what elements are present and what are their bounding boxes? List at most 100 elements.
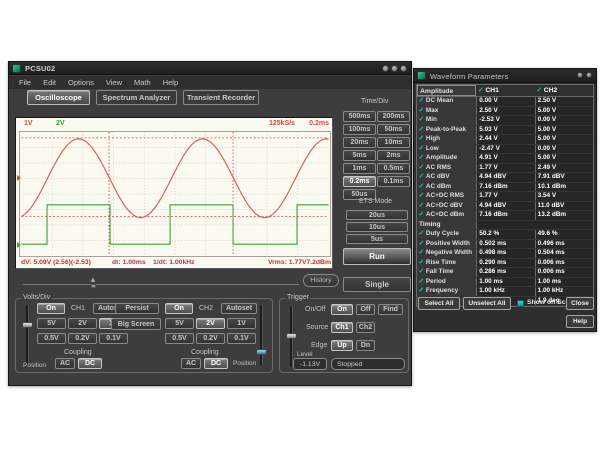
trigger-off-button[interactable]: Off xyxy=(356,304,375,315)
params-titlebar[interactable]: Waveform Parameters xyxy=(414,69,596,83)
timediv-button[interactable]: 100ms xyxy=(343,124,376,135)
trigger-edge-up-button[interactable]: Up xyxy=(331,340,353,351)
ets-button[interactable]: 5us xyxy=(346,234,408,244)
checkbox-icon[interactable]: ✓ xyxy=(417,183,426,192)
single-button[interactable]: Single xyxy=(343,277,411,292)
trigger-edge-dn-button[interactable]: Dn xyxy=(356,340,375,351)
ch1-on-button[interactable]: On xyxy=(37,303,65,314)
ch2-column-header[interactable]: ✓CH2 xyxy=(535,85,593,96)
checkbox-icon[interactable]: ✓ xyxy=(417,126,426,135)
timediv-button[interactable]: 0.5ms xyxy=(377,163,410,174)
param-row[interactable]: ✓ High 2.44 V 5.00 V xyxy=(417,135,593,145)
timediv-button[interactable]: 500ms xyxy=(343,111,376,122)
scope-plot-svg[interactable] xyxy=(19,131,331,257)
checkbox-icon[interactable]: ✓ xyxy=(417,268,426,277)
ch1-volts-button[interactable]: 5V xyxy=(37,318,66,329)
checkbox-icon[interactable]: ✓ xyxy=(417,154,426,163)
checkbox-icon[interactable]: ✓ xyxy=(417,259,426,268)
ch1-position-marker-icon[interactable] xyxy=(17,175,21,181)
menu-item[interactable]: File xyxy=(13,76,37,89)
trigger-on-button[interactable]: On xyxy=(331,304,353,315)
ch2-position-marker-icon[interactable] xyxy=(17,242,21,248)
param-row[interactable]: ✓ Max 2.50 V 5.00 V xyxy=(417,107,593,117)
history-slider-handle[interactable]: ▲ xyxy=(89,276,97,284)
timediv-button[interactable]: 200ms xyxy=(377,111,410,122)
param-row[interactable]: ✓ Low -2.47 V 0.00 V xyxy=(417,145,593,155)
checkbox-icon[interactable]: ✓ xyxy=(417,202,426,211)
checkbox-icon[interactable]: ✓ xyxy=(417,249,426,258)
history-slider-handle-box[interactable] xyxy=(91,284,96,288)
ch1-volts-button[interactable]: 0.5V xyxy=(37,333,66,344)
checkbox-icon[interactable]: ✓ xyxy=(417,116,426,125)
checkbox-icon[interactable]: ✓ xyxy=(417,278,426,287)
select-all-button[interactable]: Select All xyxy=(418,297,460,310)
checkbox-icon[interactable]: ✓ xyxy=(417,230,426,239)
timediv-button[interactable]: 0.2ms xyxy=(343,176,376,187)
close-params-button[interactable]: Close xyxy=(566,297,594,310)
param-row[interactable]: ✓ AC+DC RMS 1.77 V 3.54 V xyxy=(417,192,593,202)
ch1-volts-button[interactable]: 0.2V xyxy=(68,333,97,344)
param-row[interactable]: ✓ Duty Cycle 50.2 % 49.6 % xyxy=(417,230,593,240)
checkbox-icon[interactable]: ✓ xyxy=(417,135,426,144)
param-row[interactable]: ✓ Period 1.00 ms 1.00 ms xyxy=(417,278,593,288)
checkbox-icon[interactable]: ✓ xyxy=(417,173,426,182)
show-on-screen-checkbox[interactable] xyxy=(517,300,524,307)
checkbox-icon[interactable]: ✓ xyxy=(417,287,426,296)
menu-item[interactable]: View xyxy=(100,76,128,89)
ch2-on-button[interactable]: On xyxy=(165,303,193,314)
ch2-volts-button[interactable]: 0.5V xyxy=(165,333,194,344)
checkbox-icon[interactable]: ✓ xyxy=(476,85,485,96)
history-button[interactable]: History xyxy=(303,274,339,287)
ch2-position-handle[interactable] xyxy=(256,349,267,355)
ch2-volts-button[interactable]: 0.2V xyxy=(196,333,225,344)
history-slider[interactable] xyxy=(23,284,299,285)
main-titlebar[interactable]: PCSU02 xyxy=(9,62,411,75)
trigger-level-slider[interactable] xyxy=(290,307,293,367)
ch2-coupling-dc-button[interactable]: DC xyxy=(204,358,228,369)
ch2-volts-button[interactable]: 2V xyxy=(196,318,225,329)
tab-oscilloscope[interactable]: Oscilloscope xyxy=(27,90,90,105)
close-button[interactable] xyxy=(400,65,407,72)
timediv-button[interactable]: 5ms xyxy=(343,150,376,161)
param-row[interactable]: ✓ AC dBm 7.16 dBm 10.1 dBm xyxy=(417,183,593,193)
checkbox-icon[interactable]: ✓ xyxy=(417,145,426,154)
ch1-column-header[interactable]: ✓CH1 xyxy=(476,85,534,96)
ch2-volts-button[interactable]: 0.1V xyxy=(227,333,256,344)
timediv-button[interactable]: 20ms xyxy=(343,137,376,148)
trigger-source-ch1-button[interactable]: Ch1 xyxy=(331,322,353,333)
timediv-button[interactable]: 10ms xyxy=(377,137,410,148)
menu-item[interactable]: Help xyxy=(157,76,184,89)
persist-button[interactable]: Persist xyxy=(115,303,159,314)
param-row[interactable]: ✓ AC+DC dBV 4.94 dBV 11.0 dBV xyxy=(417,202,593,212)
big-screen-button[interactable]: Big Screen xyxy=(111,318,161,330)
ch1-coupling-ac-button[interactable]: AC xyxy=(55,358,75,369)
param-row[interactable]: ✓ Frequency 1.00 kHz 1.00 kHz xyxy=(417,287,593,297)
param-row[interactable]: ✓ AC RMS 1.77 V 2.49 V xyxy=(417,164,593,174)
param-row[interactable]: ✓ Min -2.53 V 0.00 V xyxy=(417,116,593,126)
param-row[interactable]: ✓ AC+DC dBm 7.16 dBm 13.2 dBm xyxy=(417,211,593,221)
param-row[interactable]: ✓ DC Mean 0.00 V 2.50 V xyxy=(417,97,593,107)
minimize-button[interactable] xyxy=(382,65,389,72)
param-row[interactable]: ✓ Peak-to-Peak 5.03 V 5.00 V xyxy=(417,126,593,136)
trigger-level-value[interactable]: -1.13V xyxy=(293,358,327,370)
trigger-level-handle[interactable] xyxy=(286,333,297,339)
ch2-volts-button[interactable]: 5V xyxy=(165,318,194,329)
ets-button[interactable]: 10us xyxy=(346,222,408,232)
checkbox-icon[interactable]: ✓ xyxy=(417,211,426,220)
tab-transient-recorder[interactable]: Transient Recorder xyxy=(183,90,259,105)
help-button[interactable]: Help xyxy=(566,315,594,328)
checkbox-icon[interactable]: ✓ xyxy=(417,164,426,173)
timediv-button[interactable]: 2ms xyxy=(377,150,410,161)
unselect-all-button[interactable]: Unselect All xyxy=(463,297,511,310)
param-row[interactable]: ✓ Amplitude 4.91 V 5.00 V xyxy=(417,154,593,164)
ch1-coupling-dc-button[interactable]: DC xyxy=(78,358,102,369)
ch2-autoset-button[interactable]: Autoset xyxy=(221,303,257,314)
checkbox-icon[interactable]: ✓ xyxy=(417,107,426,116)
timediv-button[interactable]: 0.1ms xyxy=(377,176,410,187)
trigger-find-button[interactable]: Find xyxy=(378,304,403,315)
checkbox-icon[interactable]: ✓ xyxy=(535,85,544,96)
trigger-source-ch2-button[interactable]: Ch2 xyxy=(356,322,375,333)
param-row[interactable]: ✓ Positive Width 0.502 ms 0.496 ms xyxy=(417,240,593,250)
timediv-button[interactable]: 1ms xyxy=(343,163,376,174)
params-minimize-button[interactable] xyxy=(577,72,583,78)
